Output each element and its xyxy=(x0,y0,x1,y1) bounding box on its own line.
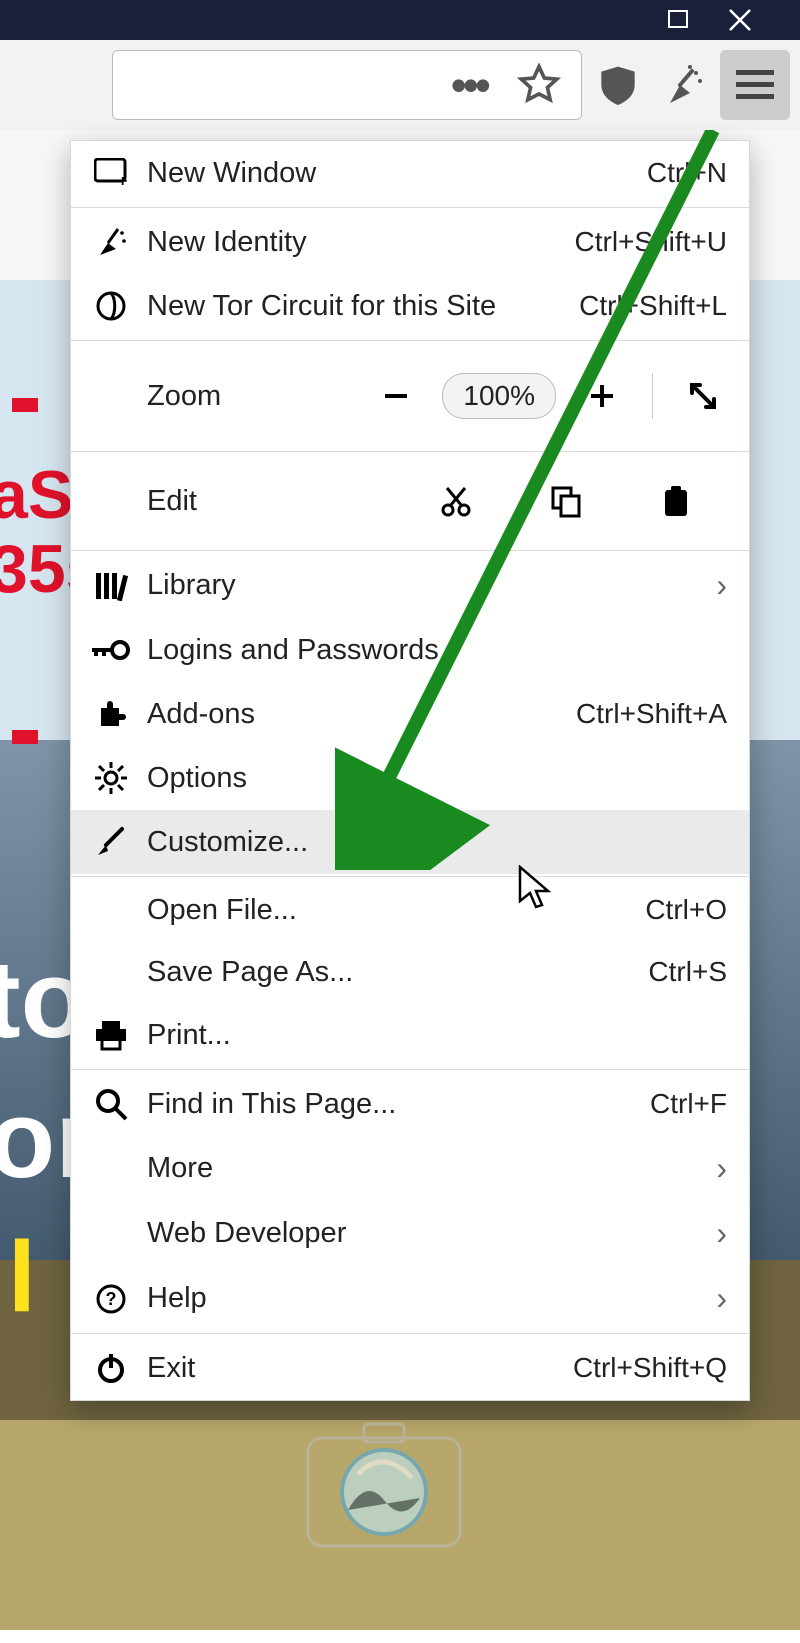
shield-icon[interactable] xyxy=(588,55,648,115)
menu-label: Exit xyxy=(147,1352,573,1385)
menu-library[interactable]: Library › xyxy=(71,553,749,618)
chevron-right-icon: › xyxy=(708,1280,727,1317)
gear-icon xyxy=(89,760,133,796)
menu-shortcut: Ctrl+F xyxy=(650,1088,727,1120)
new-identity-broom-icon[interactable] xyxy=(654,55,714,115)
watermark-icon xyxy=(304,1420,464,1550)
menu-label: New Window xyxy=(147,157,647,190)
menu-customize[interactable]: Customize... xyxy=(71,810,749,874)
menu-new-identity[interactable]: New Identity Ctrl+Shift+U xyxy=(71,210,749,274)
menu-shortcut: Ctrl+S xyxy=(648,956,727,988)
menu-shortcut: Ctrl+O xyxy=(645,894,727,926)
power-icon xyxy=(89,1350,133,1386)
url-bar[interactable]: ••• xyxy=(112,50,582,120)
menu-label: Library xyxy=(147,569,708,602)
chevron-right-icon: › xyxy=(708,567,727,604)
copy-button[interactable] xyxy=(511,484,621,518)
bg-text-red1: aS xyxy=(0,456,73,534)
menu-label: Web Developer xyxy=(147,1217,708,1250)
menu-shortcut: Ctrl+Shift+Q xyxy=(573,1352,727,1384)
new-window-icon: + xyxy=(89,155,133,191)
menu-logins-passwords[interactable]: Logins and Passwords xyxy=(71,618,749,682)
bg-text-yellow: l xyxy=(8,1220,36,1335)
close-button[interactable] xyxy=(710,0,770,40)
key-icon xyxy=(89,632,133,668)
menu-shortcut: Ctrl+Shift+U xyxy=(575,226,728,258)
zoom-in-button[interactable] xyxy=(574,368,630,424)
menu-shortcut: Ctrl+Shift+L xyxy=(579,290,727,322)
menu-label: Add-ons xyxy=(147,698,576,731)
hamburger-menu-panel: + New Window Ctrl+N New Identity Ctrl+Sh… xyxy=(70,140,750,1401)
menu-label: New Tor Circuit for this Site xyxy=(147,290,579,323)
menu-more[interactable]: More › xyxy=(71,1136,749,1201)
search-icon xyxy=(89,1086,133,1122)
menu-exit[interactable]: Exit Ctrl+Shift+Q xyxy=(71,1336,749,1400)
menu-print[interactable]: Print... xyxy=(71,1003,749,1067)
menu-label: Find in This Page... xyxy=(147,1088,650,1121)
svg-text:+: + xyxy=(118,173,127,188)
titlebar xyxy=(0,0,800,40)
menu-new-tor-circuit[interactable]: New Tor Circuit for this Site Ctrl+Shift… xyxy=(71,274,749,338)
menu-options[interactable]: Options xyxy=(71,746,749,810)
menu-help[interactable]: ? Help › xyxy=(71,1266,749,1331)
page-actions-icon[interactable]: ••• xyxy=(451,62,487,108)
menu-edit-row: Edit xyxy=(71,454,749,548)
maximize-button[interactable] xyxy=(650,0,710,40)
hamburger-menu-button[interactable] xyxy=(720,50,790,120)
menu-new-window[interactable]: + New Window Ctrl+N xyxy=(71,141,749,205)
toolbar: ••• xyxy=(0,40,800,130)
menu-label: Open File... xyxy=(147,894,645,927)
paintbrush-icon xyxy=(89,824,133,860)
menu-label: New Identity xyxy=(147,226,575,259)
menu-save-page-as[interactable]: Save Page As... Ctrl+S xyxy=(71,941,749,1003)
menu-open-file[interactable]: Open File... Ctrl+O xyxy=(71,879,749,941)
chevron-right-icon: › xyxy=(708,1150,727,1187)
menu-find-in-page[interactable]: Find in This Page... Ctrl+F xyxy=(71,1072,749,1136)
fullscreen-button[interactable] xyxy=(675,368,731,424)
menu-label: More xyxy=(147,1152,708,1185)
cursor-icon xyxy=(518,865,554,911)
zoom-label: Zoom xyxy=(147,380,368,413)
help-icon: ? xyxy=(89,1281,133,1317)
svg-text:?: ? xyxy=(106,1289,117,1309)
menu-shortcut: Ctrl+N xyxy=(647,157,727,189)
menu-zoom-row: Zoom 100% xyxy=(71,343,749,449)
menu-shortcut: Ctrl+Shift+A xyxy=(576,698,727,730)
menu-label: Logins and Passwords xyxy=(147,634,727,667)
library-icon xyxy=(89,568,133,604)
printer-icon xyxy=(89,1017,133,1053)
puzzle-icon xyxy=(89,696,133,732)
tor-circuit-icon xyxy=(89,288,133,324)
menu-label: Print... xyxy=(147,1019,727,1052)
zoom-value[interactable]: 100% xyxy=(442,373,556,419)
menu-label: Save Page As... xyxy=(147,956,648,989)
menu-addons[interactable]: Add-ons Ctrl+Shift+A xyxy=(71,682,749,746)
zoom-out-button[interactable] xyxy=(368,368,424,424)
edit-label: Edit xyxy=(147,485,401,518)
broom-icon xyxy=(89,224,133,260)
cut-button[interactable] xyxy=(401,484,511,518)
bookmark-star-icon[interactable] xyxy=(517,63,561,107)
menu-label: Help xyxy=(147,1282,708,1315)
paste-button[interactable] xyxy=(621,484,731,518)
menu-label: Options xyxy=(147,762,727,795)
chevron-right-icon: › xyxy=(708,1215,727,1252)
menu-label: Customize... xyxy=(147,826,727,859)
menu-web-developer[interactable]: Web Developer › xyxy=(71,1201,749,1266)
